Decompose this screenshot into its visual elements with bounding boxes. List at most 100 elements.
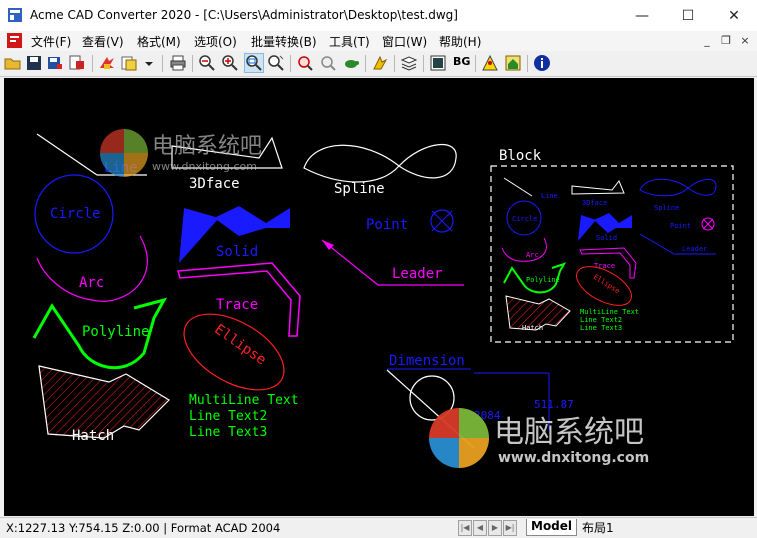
label-circle: Circle (50, 206, 101, 222)
block-label-line: Line (541, 192, 558, 200)
tab-layout1[interactable]: 布局1 (578, 519, 618, 535)
block-label-ml1: MultiLine Text (580, 308, 639, 316)
coordinates-readout: X:1227.13 Y:754.15 Z:0.00 | Format ACAD … (6, 521, 281, 535)
block-label-ml2: Line Text2 (580, 316, 622, 324)
block-label-point: Point (670, 222, 691, 230)
background-toggle-button[interactable]: BG (453, 55, 470, 68)
spline-entity (303, 144, 457, 183)
window-title: Acme CAD Converter 2020 - [C:\Users\Admi… (30, 8, 458, 22)
close-button[interactable]: ✕ (711, 0, 757, 31)
watermark-bottom: 电脑系统吧 www.dnxitong.com (429, 408, 649, 468)
toolbar-separator (365, 55, 366, 72)
toolbar-separator (394, 55, 395, 72)
menu-window[interactable]: 窗口(W) (382, 33, 427, 50)
toolbar-separator (162, 55, 163, 72)
watermark-bottom-text: 电脑系统吧 (494, 415, 644, 450)
menu-help[interactable]: 帮助(H) (439, 33, 481, 50)
label-polyline: Polyline (82, 324, 149, 340)
watermark-top: 电脑系统吧 www.dnxitong.com (100, 129, 262, 177)
mdi-minimize-button[interactable]: _ (699, 33, 715, 49)
minimize-button[interactable]: — (619, 0, 665, 31)
layers-icon[interactable] (400, 54, 418, 72)
zoom-window-icon[interactable] (244, 53, 264, 73)
toolbar-separator (192, 55, 193, 72)
label-multiline-1: MultiLine Text (189, 393, 299, 408)
app-icon (8, 8, 22, 22)
menu-file[interactable]: 文件(F) (31, 33, 71, 50)
watermark-top-url: www.dnxitong.com (152, 160, 257, 173)
zoom-out-icon[interactable] (198, 54, 216, 72)
toolbar: BG (0, 51, 757, 77)
last-tab-icon[interactable]: ▶| (503, 520, 517, 536)
label-leader: Leader (392, 266, 443, 282)
label-solid: Solid (216, 244, 258, 260)
warning-person-icon[interactable] (481, 54, 499, 72)
toolbar-separator (423, 55, 424, 72)
arc-entity (36, 235, 148, 302)
label-3dface: 3Dface (189, 176, 240, 192)
label-dimension: Dimension (389, 353, 465, 369)
first-tab-icon[interactable]: |◀ (458, 520, 472, 536)
zoom-extents-icon[interactable] (296, 54, 314, 72)
label-hatch: Hatch (72, 428, 114, 444)
zoom-in-icon[interactable] (221, 54, 239, 72)
block-label-leader: Leader (682, 245, 707, 253)
convert-icon[interactable] (98, 54, 116, 72)
label-trace: Trace (216, 297, 258, 313)
solid-entity (214, 206, 290, 236)
label-multiline-2: Line Text2 (189, 409, 267, 424)
label-ellipse: Ellipse (211, 321, 269, 368)
menu-options[interactable]: 选项(O) (194, 33, 237, 50)
zoom-previous-icon[interactable] (319, 54, 337, 72)
save-icon[interactable] (25, 54, 43, 72)
title-bar[interactable]: Acme CAD Converter 2020 - [C:\Users\Admi… (0, 0, 757, 32)
label-dimension-value: 511.87 (534, 398, 574, 411)
zoom-realtime-icon[interactable] (267, 54, 285, 72)
block-label-ml3: Line Text3 (580, 324, 622, 332)
next-tab-icon[interactable]: ▶ (488, 520, 502, 536)
save-as-icon[interactable] (46, 54, 64, 72)
document-icon[interactable] (7, 33, 22, 48)
mdi-close-button[interactable]: × (737, 33, 753, 49)
watermark-top-text: 电脑系统吧 (152, 134, 262, 159)
label-multiline-3: Line Text3 (189, 425, 267, 440)
menu-tools[interactable]: 工具(T) (329, 33, 370, 50)
prev-tab-icon[interactable]: ◀ (473, 520, 487, 536)
block-label-trace: Trace (594, 262, 615, 270)
maximize-button[interactable]: ☐ (665, 0, 711, 31)
block-label-spline: Spline (654, 204, 679, 212)
line-entity (36, 133, 98, 176)
properties-icon[interactable] (429, 54, 447, 72)
toolbar-separator (92, 55, 93, 72)
block-label-arc: Arc (526, 251, 539, 259)
watermark-bottom-url: www.dnxitong.com (498, 450, 649, 466)
about-icon[interactable] (533, 54, 551, 72)
dropdown-arrow-icon[interactable] (143, 54, 155, 72)
batch-print-icon[interactable] (120, 54, 138, 72)
drawing-canvas[interactable]: Line 3Dface Spline Block Circle Solid Po… (4, 78, 754, 516)
turtle-icon[interactable] (342, 54, 360, 72)
tab-model[interactable]: Model (526, 519, 578, 536)
block-label-solid: Solid (596, 234, 617, 242)
label-block: Block (499, 148, 542, 164)
label-point: Point (366, 217, 408, 233)
menu-format[interactable]: 格式(M) (137, 33, 181, 50)
pan-icon[interactable] (371, 54, 389, 72)
export-icon[interactable] (68, 54, 86, 72)
toolbar-separator (527, 55, 528, 72)
menu-bar: 文件(F) 查看(V) 格式(M) 选项(O) 批量转换(B) 工具(T) 窗口… (0, 31, 757, 51)
label-arc: Arc (79, 275, 104, 291)
menu-batch-convert[interactable]: 批量转换(B) (251, 33, 317, 50)
open-folder-icon[interactable] (4, 54, 22, 72)
toolbar-separator (475, 55, 476, 72)
solid-entity (179, 208, 219, 263)
block-label-polyline: Polyline (526, 276, 560, 284)
toolbar-separator (290, 55, 291, 72)
status-bar: X:1227.13 Y:754.15 Z:0.00 | Format ACAD … (0, 517, 757, 538)
label-spline: Spline (334, 181, 385, 197)
menu-view[interactable]: 查看(V) (82, 33, 124, 50)
mdi-restore-button[interactable]: ❐ (718, 33, 734, 49)
home-icon[interactable] (504, 54, 522, 72)
print-icon[interactable] (169, 54, 187, 72)
block-label-circle: Circle (512, 215, 537, 223)
